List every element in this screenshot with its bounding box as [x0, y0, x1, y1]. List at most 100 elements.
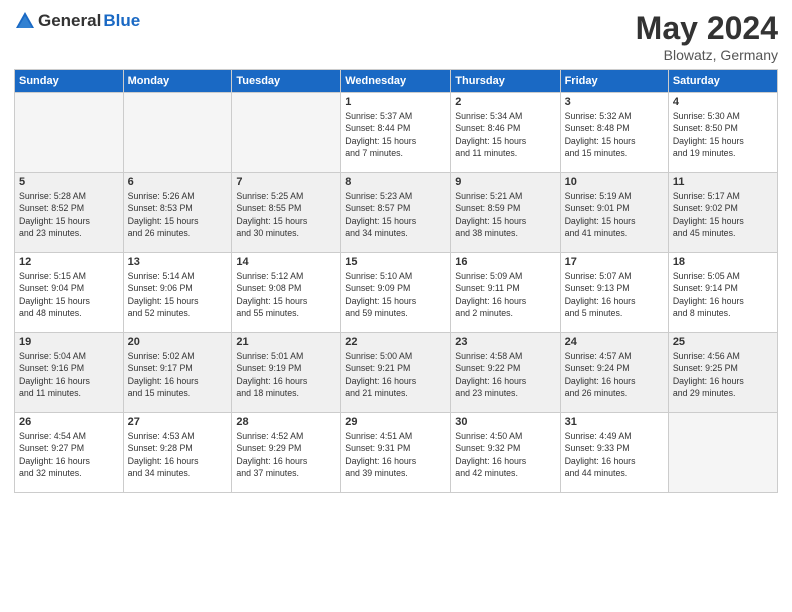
calendar-table: Sunday Monday Tuesday Wednesday Thursday…: [14, 69, 778, 493]
calendar-week-row: 1 Sunrise: 5:37 AM Sunset: 8:44 PM Daylig…: [15, 93, 778, 173]
calendar-cell: 19 Sunrise: 5:04 AM Sunset: 9:16 PM Dayli…: [15, 333, 124, 413]
calendar-cell: 10Sunrise: 5:19 AM Sunset: 9:01 PM Dayli…: [560, 173, 668, 253]
day-info: Sunrise: 4:53 AM Sunset: 9:28 PM Dayligh…: [128, 430, 228, 479]
page-container: General Blue May 2024 Blowatz, Germany S…: [0, 0, 792, 503]
day-number: 12: [19, 256, 119, 268]
day-info: Sunrise: 5:37 AM Sunset: 8:44 PM Dayligh…: [345, 110, 446, 159]
header-monday: Monday: [123, 70, 232, 93]
day-number: 21: [236, 336, 336, 348]
title-area: May 2024 Blowatz, Germany: [636, 10, 778, 63]
day-number: 19: [19, 336, 119, 348]
calendar-cell: 17 Sunrise: 5:07 AM Sunset: 9:13 PM Dayli…: [560, 253, 668, 333]
day-number: 15: [345, 256, 446, 268]
header-tuesday: Tuesday: [232, 70, 341, 93]
calendar-cell: 8Sunrise: 5:23 AM Sunset: 8:57 PM Daylig…: [341, 173, 451, 253]
day-number: 25: [673, 336, 773, 348]
calendar-cell: 13 Sunrise: 5:14 AM Sunset: 9:06 PM Dayli…: [123, 253, 232, 333]
header-thursday: Thursday: [451, 70, 560, 93]
calendar-cell: 1 Sunrise: 5:37 AM Sunset: 8:44 PM Daylig…: [341, 93, 451, 173]
day-info: Sunrise: 5:34 AM Sunset: 8:46 PM Dayligh…: [455, 110, 555, 159]
calendar-cell: [15, 93, 124, 173]
calendar-cell: 3 Sunrise: 5:32 AM Sunset: 8:48 PM Daylig…: [560, 93, 668, 173]
day-info: Sunrise: 4:57 AM Sunset: 9:24 PM Dayligh…: [565, 350, 664, 399]
day-info: Sunrise: 4:54 AM Sunset: 9:27 PM Dayligh…: [19, 430, 119, 479]
day-number: 26: [19, 416, 119, 428]
day-info: Sunrise: 5:07 AM Sunset: 9:13 PM Dayligh…: [565, 270, 664, 319]
calendar-cell: 15 Sunrise: 5:10 AM Sunset: 9:09 PM Dayli…: [341, 253, 451, 333]
day-number: 2: [455, 96, 555, 108]
title-location: Blowatz, Germany: [636, 47, 778, 63]
day-info: Sunrise: 5:15 AM Sunset: 9:04 PM Dayligh…: [19, 270, 119, 319]
day-info: Sunrise: 5:21 AM Sunset: 8:59 PM Dayligh…: [455, 190, 555, 239]
day-number: 20: [128, 336, 228, 348]
day-number: 18: [673, 256, 773, 268]
calendar-cell: 30 Sunrise: 4:50 AM Sunset: 9:32 PM Dayli…: [451, 413, 560, 493]
day-number: 1: [345, 96, 446, 108]
day-number: 17: [565, 256, 664, 268]
calendar-header-row: Sunday Monday Tuesday Wednesday Thursday…: [15, 70, 778, 93]
day-number: 5: [19, 176, 119, 188]
day-number: 14: [236, 256, 336, 268]
day-number: 31: [565, 416, 664, 428]
calendar-cell: 9 Sunrise: 5:21 AM Sunset: 8:59 PM Daylig…: [451, 173, 560, 253]
day-info: Sunrise: 4:50 AM Sunset: 9:32 PM Dayligh…: [455, 430, 555, 479]
day-info: Sunrise: 5:30 AM Sunset: 8:50 PM Dayligh…: [673, 110, 773, 159]
calendar-cell: 20Sunrise: 5:02 AM Sunset: 9:17 PM Dayli…: [123, 333, 232, 413]
day-number: 3: [565, 96, 664, 108]
calendar-cell: 21Sunrise: 5:01 AM Sunset: 9:19 PM Dayli…: [232, 333, 341, 413]
header: General Blue May 2024 Blowatz, Germany: [14, 10, 778, 63]
day-info: Sunrise: 5:23 AM Sunset: 8:57 PM Dayligh…: [345, 190, 446, 239]
logo-icon: [14, 10, 36, 32]
calendar-cell: 26 Sunrise: 4:54 AM Sunset: 9:27 PM Dayli…: [15, 413, 124, 493]
day-info: Sunrise: 4:49 AM Sunset: 9:33 PM Dayligh…: [565, 430, 664, 479]
day-info: Sunrise: 5:05 AM Sunset: 9:14 PM Dayligh…: [673, 270, 773, 319]
day-number: 30: [455, 416, 555, 428]
day-info: Sunrise: 5:26 AM Sunset: 8:53 PM Dayligh…: [128, 190, 228, 239]
calendar-cell: 5 Sunrise: 5:28 AM Sunset: 8:52 PM Daylig…: [15, 173, 124, 253]
day-number: 11: [673, 176, 773, 188]
calendar-cell: 22Sunrise: 5:00 AM Sunset: 9:21 PM Dayli…: [341, 333, 451, 413]
logo-blue: Blue: [103, 11, 140, 31]
calendar-cell: 18 Sunrise: 5:05 AM Sunset: 9:14 PM Dayli…: [668, 253, 777, 333]
day-info: Sunrise: 5:14 AM Sunset: 9:06 PM Dayligh…: [128, 270, 228, 319]
day-number: 9: [455, 176, 555, 188]
header-wednesday: Wednesday: [341, 70, 451, 93]
calendar-cell: 29 Sunrise: 4:51 AM Sunset: 9:31 PM Dayli…: [341, 413, 451, 493]
calendar-cell: 11 Sunrise: 5:17 AM Sunset: 9:02 PM Dayli…: [668, 173, 777, 253]
day-info: Sunrise: 5:28 AM Sunset: 8:52 PM Dayligh…: [19, 190, 119, 239]
calendar-cell: 12 Sunrise: 5:15 AM Sunset: 9:04 PM Dayli…: [15, 253, 124, 333]
day-number: 29: [345, 416, 446, 428]
calendar-week-row: 26 Sunrise: 4:54 AM Sunset: 9:27 PM Dayli…: [15, 413, 778, 493]
day-number: 13: [128, 256, 228, 268]
day-number: 6: [128, 176, 228, 188]
day-number: 28: [236, 416, 336, 428]
day-info: Sunrise: 5:17 AM Sunset: 9:02 PM Dayligh…: [673, 190, 773, 239]
logo: General Blue: [14, 10, 140, 32]
day-info: Sunrise: 5:09 AM Sunset: 9:11 PM Dayligh…: [455, 270, 555, 319]
calendar-cell: [123, 93, 232, 173]
day-info: Sunrise: 4:52 AM Sunset: 9:29 PM Dayligh…: [236, 430, 336, 479]
calendar-week-row: 12 Sunrise: 5:15 AM Sunset: 9:04 PM Dayli…: [15, 253, 778, 333]
day-info: Sunrise: 5:19 AM Sunset: 9:01 PM Dayligh…: [565, 190, 664, 239]
calendar-cell: 27 Sunrise: 4:53 AM Sunset: 9:28 PM Dayli…: [123, 413, 232, 493]
calendar-week-row: 5 Sunrise: 5:28 AM Sunset: 8:52 PM Daylig…: [15, 173, 778, 253]
day-info: Sunrise: 5:12 AM Sunset: 9:08 PM Dayligh…: [236, 270, 336, 319]
day-number: 23: [455, 336, 555, 348]
day-info: Sunrise: 4:58 AM Sunset: 9:22 PM Dayligh…: [455, 350, 555, 399]
day-info: Sunrise: 5:04 AM Sunset: 9:16 PM Dayligh…: [19, 350, 119, 399]
day-number: 24: [565, 336, 664, 348]
header-saturday: Saturday: [668, 70, 777, 93]
header-friday: Friday: [560, 70, 668, 93]
day-info: Sunrise: 4:51 AM Sunset: 9:31 PM Dayligh…: [345, 430, 446, 479]
day-info: Sunrise: 5:10 AM Sunset: 9:09 PM Dayligh…: [345, 270, 446, 319]
day-info: Sunrise: 5:32 AM Sunset: 8:48 PM Dayligh…: [565, 110, 664, 159]
day-info: Sunrise: 5:25 AM Sunset: 8:55 PM Dayligh…: [236, 190, 336, 239]
calendar-cell: 14 Sunrise: 5:12 AM Sunset: 9:08 PM Dayli…: [232, 253, 341, 333]
day-info: Sunrise: 4:56 AM Sunset: 9:25 PM Dayligh…: [673, 350, 773, 399]
calendar-cell: 2 Sunrise: 5:34 AM Sunset: 8:46 PM Daylig…: [451, 93, 560, 173]
day-number: 27: [128, 416, 228, 428]
calendar-cell: 25 Sunrise: 4:56 AM Sunset: 9:25 PM Dayli…: [668, 333, 777, 413]
calendar-cell: 23 Sunrise: 4:58 AM Sunset: 9:22 PM Dayli…: [451, 333, 560, 413]
calendar-cell: [668, 413, 777, 493]
header-sunday: Sunday: [15, 70, 124, 93]
